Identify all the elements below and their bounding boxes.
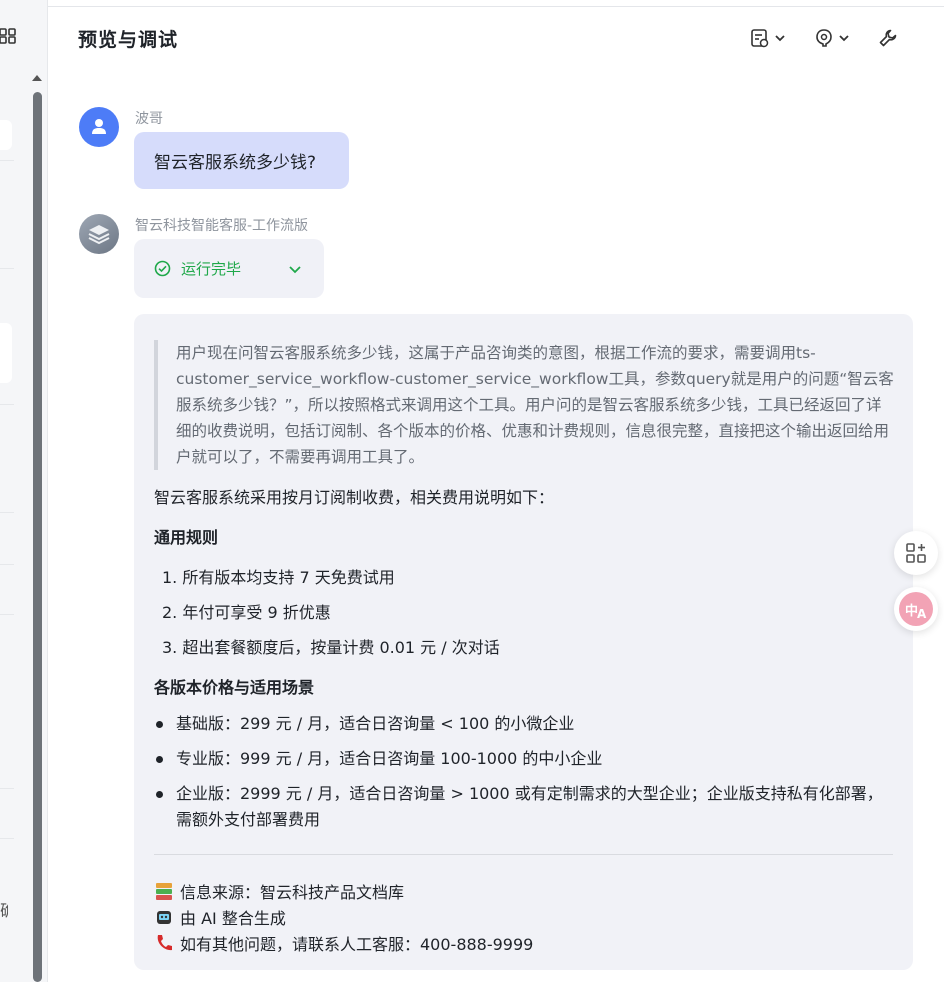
user-message-bubble: 智云客服系统多少钱? xyxy=(134,132,349,189)
translate-icon: 中 A xyxy=(899,592,933,626)
sidebar-item[interactable] xyxy=(0,120,12,150)
task-list-dropdown-button[interactable] xyxy=(750,25,786,51)
svg-text:A: A xyxy=(917,607,927,621)
task-list-icon xyxy=(751,29,769,48)
divider xyxy=(0,564,14,565)
thinking-block: 用户现在问智云客服系统多少钱，这属于产品咨询类的意图，根据工作流的要求，需要调用… xyxy=(154,340,894,470)
divider xyxy=(0,404,14,405)
workflow-status-toggle[interactable]: 运行完毕 xyxy=(134,239,324,298)
source-text: 信息来源：智云科技产品文档库 xyxy=(180,883,405,902)
list-item: 1. 所有版本均支持 7 天免费试用 xyxy=(162,568,395,587)
plan-text: 基础版：299 元 / 月，适合日咨询量 < 100 的小微企业 xyxy=(176,714,575,733)
divider xyxy=(0,160,14,161)
divider xyxy=(0,838,14,839)
answer-intro: 智云客服系统采用按月订阅制收费，相关费用说明如下： xyxy=(154,488,555,507)
bullet xyxy=(156,791,163,798)
preview-header: 预览与调试 xyxy=(48,7,944,67)
settings-button[interactable] xyxy=(878,25,898,51)
user-name: 波哥 xyxy=(135,111,163,127)
layers-icon xyxy=(88,225,110,245)
scroll-up-arrow-icon[interactable] xyxy=(31,72,43,84)
chevron-down-icon xyxy=(775,35,785,42)
generated-line: 由 AI 整合生成 xyxy=(154,905,286,929)
books-icon xyxy=(156,883,172,900)
bot-name: 智云科技智能客服-工作流版 xyxy=(135,218,309,234)
page-title: 预览与调试 xyxy=(78,29,179,51)
feedback-dropdown-button[interactable] xyxy=(814,25,850,51)
list-item: 2. 年付可享受 9 折优惠 xyxy=(162,603,331,622)
section-heading: 各版本价格与适用场景 xyxy=(154,678,315,697)
source-line: 信息来源：智云科技产品文档库 xyxy=(154,879,404,903)
plan-text: 企业版：2999 元 / 月，适合日咨询量 > 1000 或有定制需求的大型企业… xyxy=(176,784,883,829)
bot-answer-card: 用户现在问智云客服系统多少钱，这属于产品咨询类的意图，根据工作流的要求，需要调用… xyxy=(134,314,913,970)
bullet xyxy=(156,721,163,728)
contact-text: 如有其他问题，请联系人工客服：400-888-9999 xyxy=(180,935,534,954)
translate-float-button[interactable]: 中 A xyxy=(894,587,938,631)
generated-text: 由 AI 整合生成 xyxy=(180,909,286,928)
grid-icon[interactable] xyxy=(0,28,16,44)
chevron-down-icon xyxy=(839,35,849,42)
sidebar-item[interactable] xyxy=(0,323,12,383)
bot-avatar xyxy=(79,214,119,254)
phone-icon xyxy=(157,935,172,951)
divider xyxy=(0,614,14,615)
bug-feedback-icon xyxy=(816,29,832,47)
robot-icon xyxy=(157,911,171,924)
scrollbar-thumb[interactable] xyxy=(33,92,42,982)
chevron-down-icon xyxy=(289,265,301,273)
apps-plus-icon xyxy=(906,543,926,563)
divider xyxy=(0,512,14,513)
sidebar-cut-text: 确 xyxy=(0,897,8,921)
divider xyxy=(0,788,14,789)
user-avatar xyxy=(79,107,119,147)
bullet xyxy=(156,756,163,763)
contact-line: 如有其他问题，请联系人工客服：400-888-9999 xyxy=(154,931,533,955)
plan-text: 专业版：999 元 / 月，适合日咨询量 100-1000 的中小企业 xyxy=(176,749,603,768)
check-circle-icon xyxy=(154,260,171,277)
workflow-status-text: 运行完毕 xyxy=(181,260,242,278)
left-sidebar: 确 xyxy=(0,0,48,982)
section-heading: 通用规则 xyxy=(154,528,219,547)
apps-float-button[interactable] xyxy=(894,531,938,575)
divider xyxy=(154,854,893,855)
user-icon xyxy=(92,119,106,134)
divider xyxy=(0,268,14,269)
list-item: 3. 超出套餐额度后，按量计费 0.01 元 / 次对话 xyxy=(162,638,500,657)
wrench-icon xyxy=(879,29,897,47)
